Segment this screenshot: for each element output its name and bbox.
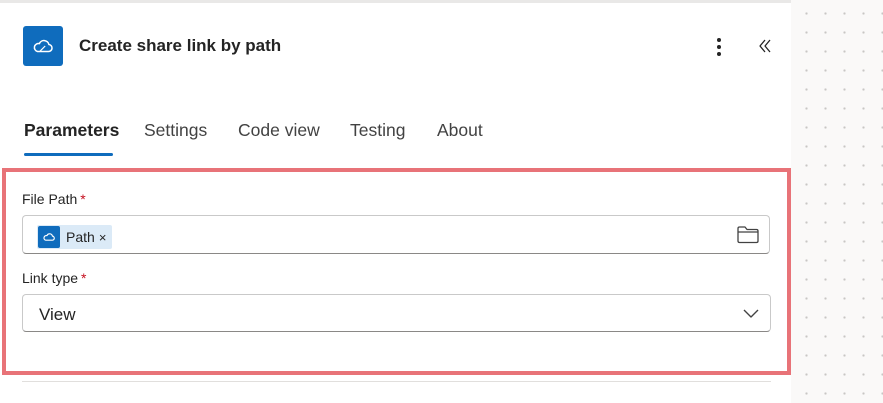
token-label: Path xyxy=(66,229,95,245)
folder-icon xyxy=(737,226,759,244)
tab-settings[interactable]: Settings xyxy=(144,120,207,141)
link-type-label-text: Link type xyxy=(22,270,79,286)
section-divider xyxy=(22,381,771,382)
more-vertical-icon xyxy=(717,38,721,42)
active-tab-indicator xyxy=(24,153,113,156)
tab-code-view[interactable]: Code view xyxy=(238,120,320,141)
file-path-label-text: File Path xyxy=(22,191,78,207)
link-type-value: View xyxy=(39,305,76,324)
remove-token-button[interactable]: × xyxy=(99,230,107,245)
required-marker: * xyxy=(81,270,87,286)
tab-parameters[interactable]: Parameters xyxy=(24,120,119,141)
onedrive-cloud-icon xyxy=(38,226,60,248)
more-vertical-icon-dot xyxy=(717,45,721,49)
page-title: Create share link by path xyxy=(79,36,282,55)
file-path-field[interactable]: Path × xyxy=(22,215,770,254)
link-type-label: Link type * xyxy=(22,270,87,286)
double-chevron-left-icon xyxy=(759,39,771,53)
action-details-panel: Create share link by path Parameters Set… xyxy=(0,0,791,403)
parameters-highlight-box xyxy=(2,168,791,375)
more-vertical-icon-dot xyxy=(717,52,721,56)
file-path-label: File Path * xyxy=(22,191,86,207)
chevron-down-icon xyxy=(743,309,759,318)
designer-canvas xyxy=(791,0,883,403)
panel-top-border xyxy=(0,0,791,3)
link-type-dropdown[interactable]: View xyxy=(22,294,771,332)
collapse-panel-button[interactable] xyxy=(754,34,776,58)
required-marker: * xyxy=(80,191,86,207)
browse-folder-button[interactable] xyxy=(736,224,760,246)
path-token[interactable]: Path × xyxy=(37,225,113,249)
onedrive-cloud-icon xyxy=(23,26,63,66)
more-options-button[interactable] xyxy=(708,34,730,60)
tab-testing[interactable]: Testing xyxy=(350,120,405,141)
tab-about[interactable]: About xyxy=(437,120,483,141)
